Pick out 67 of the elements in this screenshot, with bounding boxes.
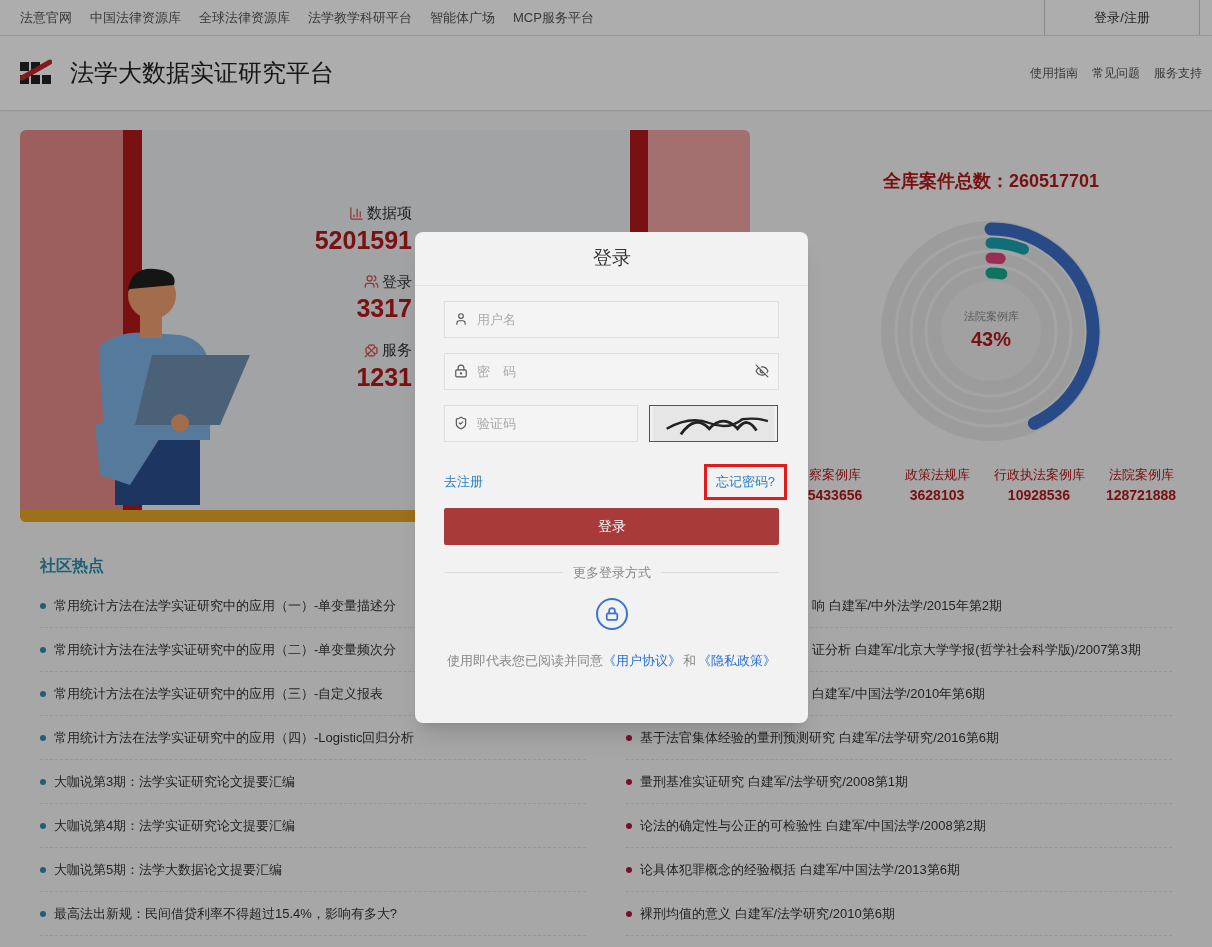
top-nav-link[interactable]: 法学教学科研平台 (308, 7, 412, 28)
top-nav-link[interactable]: 中国法律资源库 (90, 7, 181, 28)
article-link[interactable]: 裸刑均值的意义 白建军/法学研究/2010第6期 (640, 903, 895, 924)
more-login-methods-label: 更多登录方式 (572, 563, 651, 582)
article-link[interactable]: 最高法出新规：民间借贷利率不得超过15.4%，影响有多大? (54, 903, 398, 924)
dialog-title: 登录 (592, 246, 631, 271)
captcha-image[interactable] (649, 405, 778, 442)
site-title: 法学大数据实证研究平台 (70, 58, 334, 88)
top-nav-link[interactable]: 智能体广场 (430, 7, 495, 28)
article-link[interactable]: 论具体犯罪概念的经验概括 白建军/中国法学/2013第6期 (640, 859, 960, 880)
article-link[interactable]: 响 白建军/中外法学/2015年第2期 (812, 595, 1002, 616)
agreement-text: 使用即代表您已阅读并同意 (447, 653, 603, 670)
lock-login-button[interactable] (595, 598, 628, 630)
user-icon (454, 312, 468, 326)
section-title: 社区热点 (40, 557, 104, 574)
hide-password-icon[interactable] (755, 364, 769, 378)
stat-value: 5201591 (314, 224, 412, 255)
forgot-password-link[interactable]: 忘记密码? (703, 464, 787, 500)
stat-label: 服务 (382, 340, 412, 360)
article-link[interactable]: 论法的确定性与公正的可检验性 白建军/中国法学/2008第2期 (640, 815, 986, 836)
top-nav-link[interactable]: 法意官网 (20, 7, 72, 28)
login-register-link[interactable]: 登录/注册 (1094, 7, 1150, 28)
agreement-joiner: 和 (683, 653, 696, 670)
stat-label: 数据项 (367, 203, 412, 223)
header-link[interactable]: 服务支持 (1154, 64, 1202, 82)
stat-value: 1231 (356, 361, 412, 392)
article-link[interactable]: 基于法官集体经验的量刑预测研究 白建军/法学研究/2016第6期 (640, 727, 999, 748)
article-link[interactable]: 大咖说第5期：法学大数据论文提要汇编 (54, 859, 283, 880)
header-link[interactable]: 使用指南 (1030, 64, 1078, 82)
library-name: 行政执法案例库 (993, 466, 1085, 484)
users-icon (364, 274, 379, 290)
password-field[interactable]: 密 码 (444, 353, 779, 390)
header-link[interactable]: 常见问题 (1092, 64, 1140, 82)
total-cases-title: 全库案件总数：260517701 (882, 170, 1100, 193)
library-name: 察案例库 (809, 466, 861, 484)
library-count: 5433656 (807, 485, 863, 505)
article-link[interactable]: 白建军/中国法学/2010年第6期 (812, 683, 986, 704)
user-agreement-link[interactable]: 《用户协议》 (603, 652, 681, 671)
register-link[interactable]: 去注册 (444, 472, 483, 492)
article-link[interactable]: 大咖说第4期：法学实证研究论文提要汇编 (54, 815, 296, 836)
article-link[interactable]: 常用统计方法在法学实证研究中的应用（四）-Logistic回归分析 (54, 727, 415, 748)
library-count: 3628103 (909, 485, 965, 505)
ring-center-value: 43% (971, 327, 1011, 353)
shield-icon (454, 416, 468, 430)
login-button[interactable]: 登录 (444, 507, 779, 545)
lock-icon (454, 364, 468, 378)
clover-icon (364, 342, 379, 358)
bar-chart-icon (349, 205, 364, 221)
top-nav-link[interactable]: MCP服务平台 (513, 7, 594, 28)
lock-icon (604, 607, 619, 621)
article-link[interactable]: 大咖说第3期：法学实证研究论文提要汇编 (54, 771, 296, 792)
captcha-field[interactable]: 验证码 (444, 405, 638, 442)
library-name: 法院案例库 (1108, 466, 1174, 484)
library-name: 政策法规库 (904, 466, 970, 484)
article-link[interactable]: 证分析 白建军/北京大学学报(哲学社会科学版)/2007第3期 (812, 639, 1141, 660)
article-link[interactable]: 常用统计方法在法学实证研究中的应用（二）-单变量频次分 (54, 639, 397, 660)
privacy-policy-link[interactable]: 《隐私政策》 (698, 652, 776, 671)
stat-value: 3317 (356, 293, 412, 323)
article-link[interactable]: 量刑基准实证研究 白建军/法学研究/2008第1期 (640, 771, 908, 792)
username-field[interactable]: 用户名 (444, 301, 779, 338)
library-count: 128721888 (1105, 485, 1177, 505)
top-nav-link[interactable]: 全球法律资源库 (199, 7, 290, 28)
article-link[interactable]: 常用统计方法在法学实证研究中的应用（一）-单变量描述分 (54, 595, 397, 616)
library-count: 10928536 (1007, 485, 1071, 505)
article-link[interactable]: 常用统计方法在法学实证研究中的应用（三）-自定义报表 (54, 683, 384, 704)
ring-center-label: 法院案例库 (963, 308, 1019, 324)
stat-label: 登录 (382, 271, 412, 292)
